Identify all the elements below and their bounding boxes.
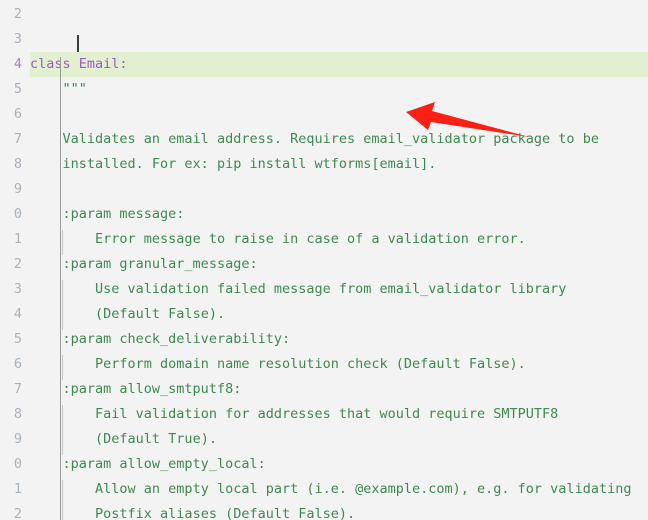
code-line[interactable] [0,2,648,27]
inner-indent-guide [62,405,64,455]
line-number: 8 [13,406,22,422]
code-line[interactable]: Error message to raise in case of a vali… [0,227,648,252]
code-line-text: class Email: [30,52,128,77]
inner-indent-guide [62,230,64,255]
line-number: 2 [13,506,22,520]
code-line[interactable]: :param check_deliverability: [0,327,648,352]
code-token: Fail validation for addresses that would… [95,406,559,422]
code-line[interactable]: (Default False). [0,302,648,327]
line-number: 9 [13,181,22,197]
code-line-current[interactable]: class Email: [0,52,648,77]
code-token: Error message to raise in case of a vali… [95,231,526,247]
line-number: 3 [13,31,22,47]
line-number: 1 [13,481,22,497]
inner-indent-guide [62,480,64,520]
code-token: : [119,56,128,72]
code-line-text: installed. For ex: pip install wtforms[e… [30,152,437,177]
code-line[interactable]: Postfix aliases (Default False). [0,502,648,520]
text-caret [77,35,79,52]
code-content[interactable]: class Email: """ Validates an email addr… [0,0,648,520]
line-number: 6 [13,106,22,122]
code-line-text: Fail validation for addresses that would… [30,402,558,427]
code-line-text: (Default True). [30,427,217,452]
code-line-text: Error message to raise in case of a vali… [30,227,526,252]
code-line[interactable]: :param allow_smtputf8: [0,377,648,402]
code-token: Validates an email address. Requires ema… [62,131,599,147]
code-line-text: Perform domain name resolution check (De… [30,352,526,377]
code-line[interactable]: Use validation failed message from email… [0,277,648,302]
code-token: :param allow_smtputf8: [62,381,242,397]
code-line-text: :param check_deliverability: [30,327,291,352]
line-number: 0 [13,206,22,222]
code-token: Use validation failed message from email… [95,281,567,297]
code-line-text: """ [30,77,87,102]
code-token: :param granular_message: [62,256,258,272]
code-line-text: Postfix aliases (Default False). [30,502,355,520]
line-number: 5 [13,81,22,97]
line-number: 6 [13,356,22,372]
code-token: Email [78,56,120,72]
line-number: 4 [13,56,22,72]
inner-indent-guide [62,280,64,330]
code-line[interactable]: :param message: [0,202,648,227]
code-token: :param allow_empty_local: [62,456,266,472]
line-number: 9 [13,431,22,447]
code-token: Postfix aliases (Default False). [95,506,356,520]
line-number: 0 [13,456,22,472]
code-token: (Default True). [95,431,217,447]
code-line-text: :param message: [30,202,185,227]
line-number: 7 [13,131,22,147]
code-line[interactable]: installed. For ex: pip install wtforms[e… [0,152,648,177]
line-number: 3 [13,281,22,297]
code-line[interactable]: :param granular_message: [0,252,648,277]
line-number: 7 [13,381,22,397]
code-line[interactable] [0,102,648,127]
code-line[interactable]: Validates an email address. Requires ema… [0,127,648,152]
line-number-gutter: 2345678901234567890123456789 [0,0,30,520]
code-token: :param check_deliverability: [62,331,291,347]
line-number: 5 [13,331,22,347]
line-number: 1 [13,231,22,247]
code-token: :param message: [62,206,185,222]
code-line[interactable]: Allow an empty local part (i.e. @example… [0,477,648,502]
line-number: 4 [13,306,22,322]
code-line[interactable]: """ [0,77,648,102]
code-line-text: :param allow_empty_local: [30,452,266,477]
code-token: class [30,56,71,72]
code-line[interactable]: :param allow_empty_local: [0,452,648,477]
code-token: """ [62,81,87,97]
code-token: (Default False). [95,306,226,322]
line-number: 2 [13,256,22,272]
code-line-text: Validates an email address. Requires ema… [30,127,599,152]
code-token: Allow an empty local part (i.e. @example… [95,481,632,497]
code-line[interactable] [0,27,648,52]
code-token: Perform domain name resolution check (De… [95,356,526,372]
code-line[interactable] [0,177,648,202]
code-line-text: Allow an empty local part (i.e. @example… [30,477,631,502]
code-line-text: :param allow_smtputf8: [30,377,242,402]
code-line-text: Use validation failed message from email… [30,277,566,302]
indent-guide-line [60,57,61,520]
code-token: installed. For ex: pip install wtforms[e… [62,156,437,172]
code-line[interactable]: Perform domain name resolution check (De… [0,352,648,377]
code-line[interactable]: (Default True). [0,427,648,452]
code-editor[interactable]: 2345678901234567890123456789 class Email… [0,0,648,520]
inner-indent-guide [62,355,64,380]
line-number: 8 [13,156,22,172]
code-line[interactable]: Fail validation for addresses that would… [0,402,648,427]
code-line-text: :param granular_message: [30,252,258,277]
line-number: 2 [13,6,22,22]
